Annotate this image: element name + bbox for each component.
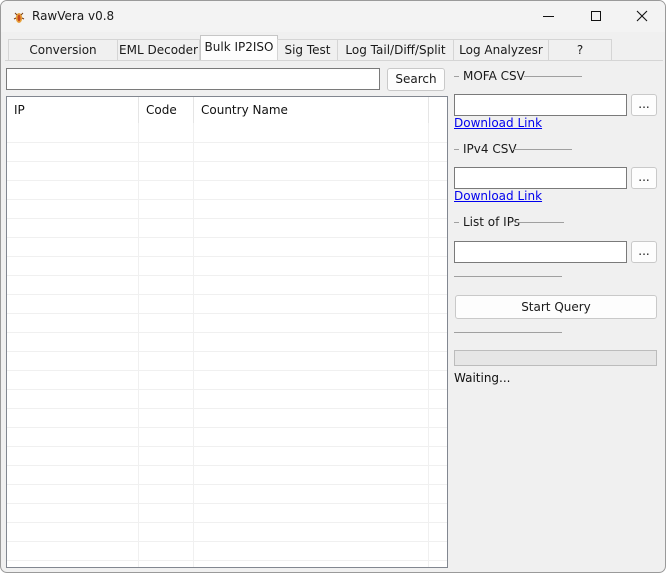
ipv4-csv-label: IPv4 CSV (463, 142, 517, 156)
title-bar[interactable]: RawVera v0.8 (1, 1, 665, 32)
separator-line (454, 332, 562, 333)
start-query-button[interactable]: Start Query (455, 295, 657, 319)
separator-line (454, 276, 562, 277)
iplist-group-line-left (454, 222, 459, 223)
results-table[interactable]: IP Code Country Name (6, 96, 448, 568)
ipv4-csv-path-input[interactable] (454, 167, 627, 189)
ipv4-group-line-right (513, 149, 572, 150)
close-button[interactable] (619, 1, 665, 32)
tab-log-analyzer[interactable]: Log Analyzesr (453, 39, 549, 60)
minimize-icon (543, 16, 554, 17)
iplist-group-line-right (516, 222, 564, 223)
app-logo-icon (13, 12, 25, 23)
app-window: RawVera v0.8 Conversion Parser EML Decod… (0, 0, 666, 573)
maximize-icon (591, 11, 601, 21)
close-icon (636, 10, 648, 22)
minimize-button[interactable] (526, 1, 572, 32)
tab-conversion-parser[interactable]: Conversion Parser (8, 39, 118, 77)
status-text: Waiting... (454, 371, 511, 385)
mofa-group-line-left (454, 76, 459, 77)
mofa-csv-path-input[interactable] (454, 94, 627, 116)
tab-strip: Conversion Parser EML Decoder Bulk IP2IS… (1, 32, 665, 77)
column-header-country-name[interactable]: Country Name (194, 97, 429, 123)
window-title: RawVera v0.8 (32, 9, 115, 23)
tab-bulk-ip2iso[interactable]: Bulk IP2ISO (200, 35, 278, 61)
ip-list-path-input[interactable] (454, 241, 627, 263)
mofa-download-link[interactable]: Download Link (454, 116, 542, 130)
maximize-button[interactable] (573, 1, 619, 32)
tab-eml-decoder[interactable]: EML Decoder (117, 39, 200, 60)
ip-list-browse-button[interactable]: ... (631, 241, 657, 263)
ipv4-browse-button[interactable]: ... (631, 167, 657, 189)
mofa-csv-label: MOFA CSV (463, 69, 525, 83)
search-input[interactable] (6, 68, 380, 90)
table-header: IP Code Country Name (7, 97, 447, 123)
tab-help[interactable]: ? (548, 39, 612, 60)
tab-log-tail-diff-split[interactable]: Log Tail/Diff/Split (337, 39, 454, 60)
tab-sig-test[interactable]: Sig Test (277, 39, 338, 60)
table-grid (7, 123, 447, 567)
query-progress-bar (454, 350, 657, 366)
mofa-browse-button[interactable]: ... (631, 94, 657, 116)
ipv4-group-line-left (454, 149, 459, 150)
ipv4-download-link[interactable]: Download Link (454, 189, 542, 203)
column-header-code[interactable]: Code (139, 97, 194, 123)
search-button[interactable]: Search (387, 68, 445, 91)
ip-list-label: List of IPs (463, 215, 520, 229)
column-header-ip[interactable]: IP (7, 97, 139, 123)
mofa-group-line-right (524, 76, 582, 77)
